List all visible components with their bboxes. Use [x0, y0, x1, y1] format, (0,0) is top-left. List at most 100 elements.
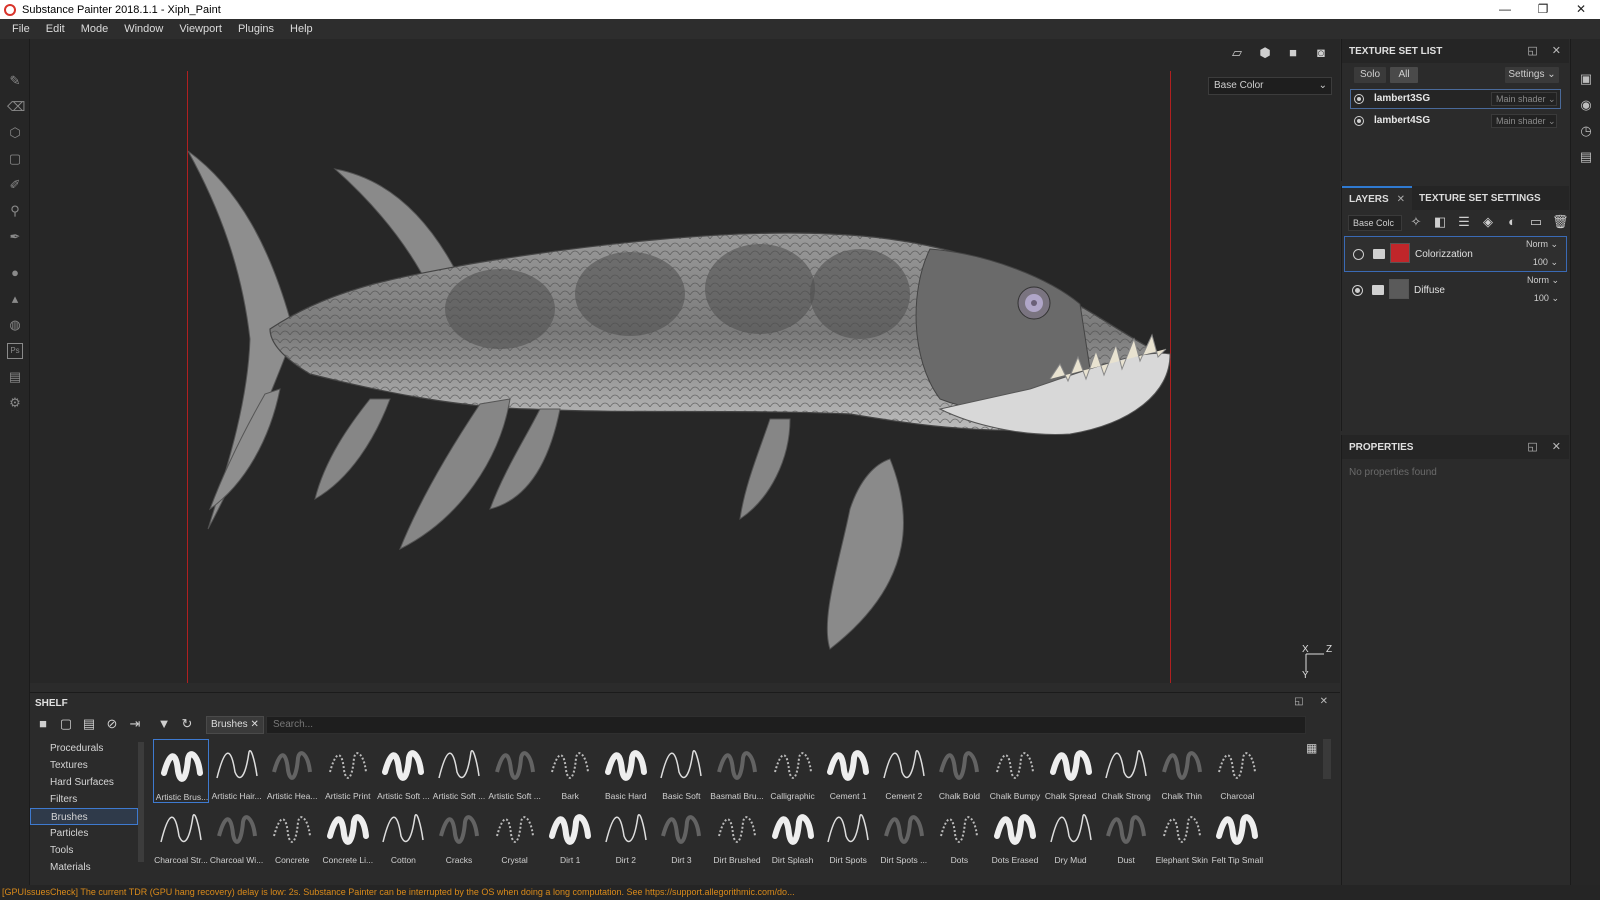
folder-icon[interactable]: ■	[35, 716, 51, 732]
shelf-brush-item[interactable]: Dirt 3	[653, 803, 709, 867]
refresh-icon[interactable]: ↻	[179, 716, 195, 732]
float-panel-icon[interactable]: ◱	[1527, 44, 1537, 57]
layer-row[interactable]: Diffuse Norm ⌄ 100 ⌄	[1344, 273, 1567, 309]
float-panel-icon[interactable]: ◱	[1527, 440, 1537, 453]
add-smart-material-icon[interactable]: ◐	[1504, 214, 1520, 230]
shelf-brush-item[interactable]: Crystal	[487, 803, 543, 867]
shelf-brush-item[interactable]: Charcoal Str...	[153, 803, 209, 867]
shelf-category-materials[interactable]: Materials	[30, 859, 138, 876]
close-window-button[interactable]: ✕	[1562, 0, 1600, 19]
sphere-icon[interactable]: ◍	[7, 317, 23, 333]
blend-mode-select[interactable]: Norm ⌄	[1527, 275, 1559, 286]
tab-layers[interactable]: LAYERS ✕	[1342, 186, 1413, 210]
menu-viewport[interactable]: Viewport	[171, 23, 230, 35]
shelf-brush-item[interactable]: Dirt Splash	[765, 803, 821, 867]
opacity-select[interactable]: 100 ⌄	[1534, 293, 1559, 304]
shelf-brush-item[interactable]: Artistic Brus...	[153, 739, 209, 803]
restore-button[interactable]: ❐	[1524, 0, 1562, 19]
add-effect-icon[interactable]: ✧	[1408, 214, 1424, 230]
menu-edit[interactable]: Edit	[38, 23, 73, 35]
shelf-category-filters[interactable]: Filters	[30, 791, 138, 808]
shader-select[interactable]: Main shader ⌄	[1491, 114, 1557, 128]
shelf-brush-item[interactable]: Artistic Soft ...	[487, 739, 543, 803]
shelf-category-procedurals[interactable]: Procedurals	[30, 740, 138, 757]
categories-scrollbar[interactable]	[138, 742, 144, 862]
save-icon[interactable]: ▤	[81, 716, 97, 732]
shelf-search-input[interactable]: Search...	[266, 716, 1306, 734]
minimize-button[interactable]: —	[1486, 0, 1524, 19]
menu-help[interactable]: Help	[282, 23, 321, 35]
layer-channel-select[interactable]: Base Colc ⌄	[1348, 215, 1402, 242]
smudge-icon[interactable]: ✐	[7, 177, 23, 193]
hide-icon[interactable]: ⊘	[104, 716, 120, 732]
close-icon[interactable]: ✕	[1397, 194, 1405, 205]
shelf-brush-item[interactable]: Dots	[931, 803, 987, 867]
shelf-scrollbar[interactable]	[1323, 739, 1331, 779]
blend-mode-select[interactable]: Norm ⌄	[1526, 239, 1558, 250]
opacity-select[interactable]: 100 ⌄	[1533, 257, 1558, 268]
shelf-brush-item[interactable]: Chalk Bold	[931, 739, 987, 803]
material-ball-icon[interactable]: ●	[7, 265, 23, 281]
close-icon[interactable]: ✕	[1552, 440, 1561, 453]
shelf-brush-item[interactable]: Dust	[1098, 803, 1154, 867]
float-panel-icon[interactable]: ◱	[1294, 696, 1303, 707]
clone-icon[interactable]: ⚲	[7, 203, 23, 219]
shelf-brush-item[interactable]: Basmati Bru...	[709, 739, 765, 803]
close-icon[interactable]: ✕	[1320, 696, 1328, 707]
brushes-filter-chip[interactable]: Brushes ✕	[206, 716, 264, 734]
delete-layer-icon[interactable]: 🗑	[1552, 214, 1569, 230]
history-icon[interactable]: ◷	[1578, 123, 1594, 139]
shelf-brush-item[interactable]: Chalk Thin	[1154, 739, 1210, 803]
menu-plugins[interactable]: Plugins	[230, 23, 282, 35]
tab-texture-set-settings[interactable]: TEXTURE SET SETTINGS	[1412, 186, 1548, 210]
shelf-brush-item[interactable]: Elephant Skin	[1154, 803, 1210, 867]
new-resource-icon[interactable]: ▢	[58, 716, 74, 732]
export-icon[interactable]: ▤	[7, 369, 23, 385]
close-icon[interactable]: ✕	[250, 719, 258, 730]
shelf-brush-item[interactable]: Charcoal Wi...	[209, 803, 265, 867]
shelf-brush-item[interactable]: Dirt 2	[598, 803, 654, 867]
display-settings-icon[interactable]: ▣	[1578, 71, 1594, 87]
color-picker-icon[interactable]: ✒	[7, 229, 23, 245]
shelf-category-tools[interactable]: Tools	[30, 842, 138, 859]
add-mask-icon[interactable]: ◧	[1432, 214, 1448, 230]
solo-button[interactable]: Solo	[1354, 67, 1386, 83]
3d-viewport[interactable]: ▱ ⬢ ■ ◙ Base Color ⌄ X Z Y	[30, 39, 1340, 683]
photoshop-icon[interactable]: Ps	[7, 343, 23, 359]
shelf-brush-item[interactable]: Felt Tip Small	[1209, 803, 1265, 867]
bell-icon[interactable]: ▴	[7, 291, 23, 307]
shelf-brush-item[interactable]: Charcoal	[1209, 739, 1265, 803]
layer-row[interactable]: Colorizzation Norm ⌄ 100 ⌄	[1344, 236, 1567, 272]
shelf-brush-item[interactable]: Dry Mud	[1043, 803, 1099, 867]
shelf-brush-item[interactable]: Basic Hard	[598, 739, 654, 803]
shelf-brush-item[interactable]: Basic Soft	[653, 739, 709, 803]
paint-brush-icon[interactable]: ✎	[7, 73, 23, 89]
grid-view-icon[interactable]: ▦	[1306, 741, 1318, 755]
texture-set-row[interactable]: lambert3SG Main shader ⌄	[1350, 89, 1561, 109]
shelf-brush-item[interactable]: Dirt Spots ...	[876, 803, 932, 867]
shader-settings-icon[interactable]: ◉	[1578, 97, 1594, 113]
add-fill-layer-icon[interactable]: ◈	[1480, 214, 1496, 230]
shelf-brush-item[interactable]: Calligraphic	[765, 739, 821, 803]
shelf-brush-item[interactable]: Dirt 1	[542, 803, 598, 867]
menu-window[interactable]: Window	[116, 23, 171, 35]
shelf-brush-item[interactable]: Dots Erased	[987, 803, 1043, 867]
all-button[interactable]: All	[1390, 67, 1418, 83]
log-icon[interactable]: ▤	[1578, 149, 1594, 165]
shelf-brush-item[interactable]: Chalk Spread	[1043, 739, 1099, 803]
settings-dropdown[interactable]: Settings ⌄	[1505, 67, 1559, 83]
visibility-icon[interactable]	[1354, 116, 1364, 126]
shelf-category-particles[interactable]: Particles	[30, 825, 138, 842]
shelf-category-textures[interactable]: Textures	[30, 757, 138, 774]
shelf-brush-item[interactable]: Bark	[542, 739, 598, 803]
projection-icon[interactable]: ⬡	[7, 125, 23, 141]
eraser-icon[interactable]: ⌫	[7, 99, 25, 115]
shelf-brush-item[interactable]: Cotton	[375, 803, 431, 867]
texture-set-row[interactable]: lambert4SG Main shader ⌄	[1350, 111, 1561, 131]
menu-mode[interactable]: Mode	[73, 23, 117, 35]
close-icon[interactable]: ✕	[1552, 44, 1561, 57]
geometry-mask-icon[interactable]: ▢	[7, 151, 23, 167]
shelf-category-brushes[interactable]: Brushes	[30, 808, 138, 825]
filter-icon[interactable]: ▼	[156, 716, 172, 732]
shelf-brush-item[interactable]: Dirt Spots	[820, 803, 876, 867]
